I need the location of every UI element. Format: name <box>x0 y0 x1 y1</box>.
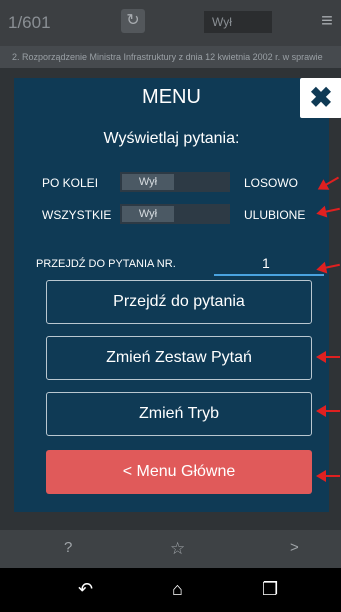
annotation-arrow <box>316 470 340 482</box>
filter-toggle-knob: Wył <box>122 206 174 222</box>
question-counter: 1/601 <box>8 13 51 32</box>
annotation-arrow <box>316 351 340 363</box>
display-questions-label: Wyświetlaj pytania: <box>103 130 240 147</box>
change-question-set-button[interactable]: Zmień Zestaw Pytań <box>46 336 312 380</box>
bottom-app-bar: ? ☆ > <box>0 530 341 568</box>
system-navigation-bar: ↶ ⌂ ❐ <box>0 568 341 612</box>
filter-toggle[interactable]: Wył <box>120 204 230 224</box>
overlay <box>0 80 14 530</box>
order-toggle[interactable]: Wył <box>120 172 230 192</box>
hamburger-menu-icon[interactable]: ≡ <box>316 9 338 33</box>
recents-icon[interactable]: ❐ <box>262 579 278 600</box>
goto-question-input[interactable]: 1 <box>214 250 324 276</box>
overlay <box>329 80 341 530</box>
order-toggle-knob: Wył <box>122 174 174 190</box>
overlay <box>0 512 341 530</box>
main-menu-button[interactable]: < Menu Główne <box>46 450 312 494</box>
back-icon[interactable]: ↶ <box>78 579 93 600</box>
refresh-icon[interactable]: ↻ <box>121 9 145 33</box>
close-icon[interactable]: ✖ <box>300 78 341 118</box>
order-sequential-label: PO KOLEI <box>42 176 99 190</box>
menu-dialog: MENU ✖ Wyświetlaj pytania: PO KOLEI Wył … <box>14 78 341 512</box>
menu-title: MENU <box>142 86 201 108</box>
filter-all-label: WSZYSTKIE <box>42 208 112 222</box>
star-icon[interactable]: ☆ <box>170 539 185 559</box>
change-mode-button[interactable]: Zmień Tryb <box>46 392 312 436</box>
next-button[interactable]: > <box>290 539 299 556</box>
question-source-title: 2. Rozporządzenie Ministra Infrastruktur… <box>0 46 341 68</box>
goto-question-label: PRZEJDŹ DO PYTANIA NR. <box>36 258 176 270</box>
top-toggle[interactable]: Wył <box>204 11 272 33</box>
top-bar: 1/601 ↻ Wył ≡ <box>0 0 341 46</box>
home-icon[interactable]: ⌂ <box>172 579 183 600</box>
annotation-arrow <box>316 405 340 417</box>
goto-question-button[interactable]: Przejdź do pytania <box>46 280 312 324</box>
help-button[interactable]: ? <box>64 539 72 556</box>
order-random-label: LOSOWO <box>244 176 299 190</box>
filter-favorites-label: ULUBIONE <box>244 208 306 222</box>
